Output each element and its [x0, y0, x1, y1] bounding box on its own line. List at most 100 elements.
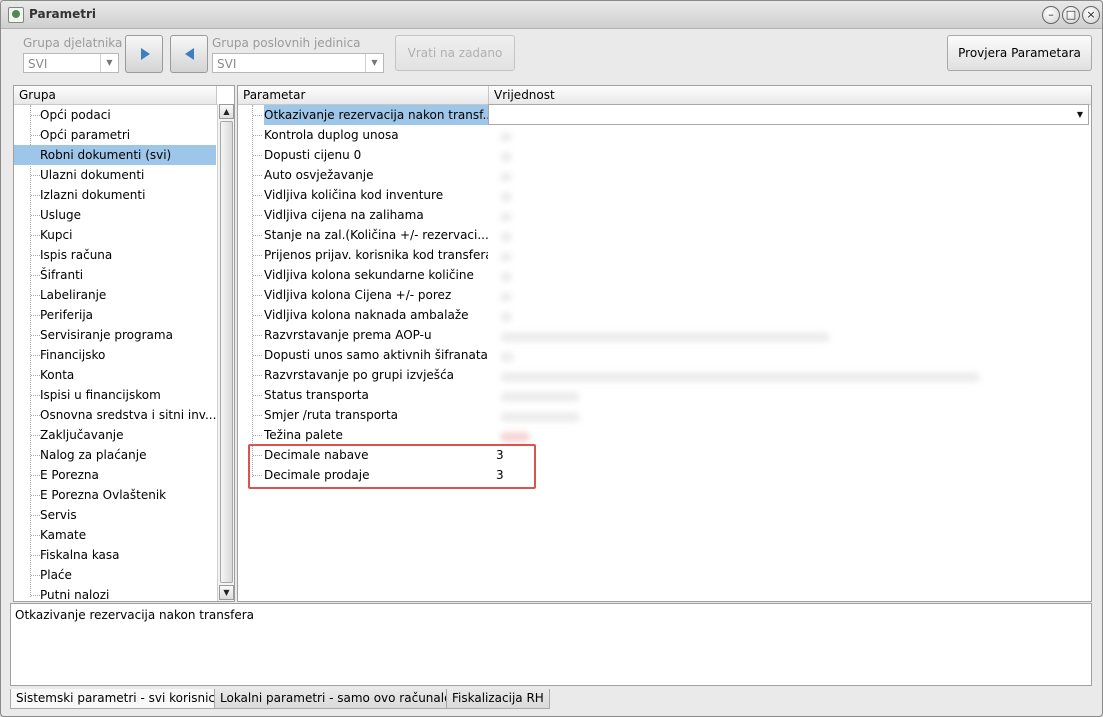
- group-item[interactable]: Izlazni dokumenti: [40, 185, 216, 205]
- description-panel: Otkazivanje rezervacija nakon transfera: [10, 603, 1092, 686]
- minimize-icon: –: [1048, 8, 1054, 21]
- group-tree: Grupa Opći podaci Opći parametri Robni dok…: [13, 85, 235, 602]
- group-item[interactable]: Ispisi u financijskom: [40, 385, 216, 405]
- tab-fiskalizacija[interactable]: Fiskalizacija RH: [446, 689, 550, 709]
- group-header[interactable]: Grupa: [14, 86, 217, 105]
- tree-guide-dash: [31, 435, 40, 436]
- app-icon: [8, 7, 24, 23]
- grupa-poslovnih-combo[interactable]: SVI ▼: [212, 53, 384, 73]
- parameter-name[interactable]: Stanje na zal.(Količina +/- rezervaci...: [264, 225, 488, 245]
- group-item[interactable]: Servisiranje programa: [40, 325, 216, 345]
- parameter-name[interactable]: Vidljiva količina kod inventure: [264, 185, 488, 205]
- close-button[interactable]: ×: [1082, 6, 1100, 24]
- parameter-name[interactable]: Auto osvježavanje: [264, 165, 488, 185]
- group-item[interactable]: Konta: [40, 365, 216, 385]
- redacted-value: [500, 172, 512, 182]
- move-left-button[interactable]: [170, 35, 208, 73]
- group-item[interactable]: Servis: [40, 505, 216, 525]
- parameter-column-header[interactable]: Parametar: [238, 86, 489, 105]
- parameter-name[interactable]: Vidljiva kolona Cijena +/- porez: [264, 285, 488, 305]
- tree-guide-dash: [31, 255, 40, 256]
- grupa-djelatnika-combo[interactable]: SVI ▼: [23, 53, 119, 73]
- minimize-button[interactable]: –: [1042, 6, 1060, 24]
- group-item[interactable]: Usluge: [40, 205, 216, 225]
- redacted-value: [500, 272, 512, 282]
- parameter-name[interactable]: Smjer /ruta transporta: [264, 405, 488, 425]
- close-icon: ×: [1086, 8, 1096, 21]
- parameter-name[interactable]: Dopusti cijenu 0: [264, 145, 488, 165]
- tree-guide-dash: [31, 475, 40, 476]
- tab-lokalni-parametri[interactable]: Lokalni parametri - samo ovo računalo: [214, 689, 458, 709]
- parameter-name[interactable]: Vidljiva cijena na zalihama: [264, 205, 488, 225]
- group-item[interactable]: E Porezna Ovlaštenik: [40, 485, 216, 505]
- group-item[interactable]: Robni dokumenti (svi): [14, 145, 216, 165]
- tree-guide-dash: [31, 295, 40, 296]
- tree-guide-dash: [253, 295, 262, 296]
- grupa-poslovnih-label: Grupa poslovnih jedinica: [212, 36, 361, 50]
- group-item[interactable]: Kupci: [40, 225, 216, 245]
- group-item[interactable]: Opći parametri: [40, 125, 216, 145]
- group-item[interactable]: Periferija: [40, 305, 216, 325]
- group-item[interactable]: Plaće: [40, 565, 216, 585]
- group-item[interactable]: Labeliranje: [40, 285, 216, 305]
- scroll-up-button[interactable]: ▲: [219, 104, 234, 119]
- scroll-thumb[interactable]: [220, 121, 233, 583]
- group-item[interactable]: Ulazni dokumenti: [40, 165, 216, 185]
- maximize-icon: □: [1065, 8, 1077, 21]
- chevron-down-icon: ▼: [223, 588, 230, 597]
- description-text: Otkazivanje rezervacija nakon transfera: [15, 608, 255, 622]
- group-item[interactable]: Šifranti: [40, 265, 216, 285]
- tree-guide-dash: [31, 235, 40, 236]
- redacted-value: [500, 152, 512, 162]
- parameter-name[interactable]: Status transporta: [264, 385, 488, 405]
- chevron-down-icon: ▼: [1076, 110, 1084, 119]
- reset-defaults-button[interactable]: Vrati na zadano: [395, 35, 515, 71]
- group-item[interactable]: Putni nalozi: [40, 585, 216, 605]
- tree-guide-dash: [253, 215, 262, 216]
- tree-guide-dash: [31, 215, 40, 216]
- value-dropdown[interactable]: ▼: [488, 104, 1089, 125]
- parameter-name[interactable]: Vidljiva kolona naknada ambalaže: [264, 305, 488, 325]
- tree-guide-dash: [253, 195, 262, 196]
- group-item[interactable]: Kamate: [40, 525, 216, 545]
- parameter-name[interactable]: Razvrstavanje po grupi izvješća: [264, 365, 488, 385]
- tree-guide-dash: [253, 415, 262, 416]
- group-scrollbar[interactable]: ▲ ▼: [217, 104, 234, 601]
- title-bar[interactable]: Parametri – □ ×: [1, 1, 1102, 29]
- redacted-value: [500, 432, 530, 442]
- group-item[interactable]: Nalog za plaćanje: [40, 445, 216, 465]
- chevron-down-icon: ▼: [365, 54, 383, 72]
- check-parameters-button[interactable]: Provjera Parametara: [947, 35, 1092, 71]
- scroll-down-button[interactable]: ▼: [219, 585, 234, 600]
- group-item[interactable]: Financijsko: [40, 345, 216, 365]
- tree-guide-dash: [253, 375, 262, 376]
- arrow-left-icon: [185, 48, 194, 60]
- tree-guide-dash: [253, 275, 262, 276]
- maximize-button[interactable]: □: [1062, 6, 1080, 24]
- group-item[interactable]: Fiskalna kasa: [40, 545, 216, 565]
- group-item[interactable]: Osnovna sredstva i sitni inv...: [40, 405, 216, 425]
- tree-guide-dash: [31, 135, 40, 136]
- value-column-header[interactable]: Vrijednost: [489, 86, 1091, 105]
- group-item[interactable]: Opći podaci: [40, 105, 216, 125]
- parameter-name[interactable]: Dopusti unos samo aktivnih šifranata: [264, 345, 488, 365]
- redacted-value: [500, 192, 512, 202]
- tree-guide-dash: [31, 115, 40, 116]
- redacted-value: [500, 212, 512, 222]
- tree-guide-dash: [31, 515, 40, 516]
- highlight-box: [248, 444, 536, 489]
- parameter-name[interactable]: Težina palete: [264, 425, 488, 445]
- parameter-name[interactable]: Razvrstavanje prema AOP-u: [264, 325, 488, 345]
- move-right-button[interactable]: [125, 35, 163, 73]
- redacted-value: [500, 352, 514, 362]
- group-item[interactable]: E Porezna: [40, 465, 216, 485]
- parameter-name[interactable]: Vidljiva kolona sekundarne količine: [264, 265, 488, 285]
- group-item[interactable]: Ispis računa: [40, 245, 216, 265]
- tab-sistemski-parametri[interactable]: Sistemski parametri - svi korisnici: [10, 689, 225, 709]
- group-item[interactable]: Zaključavanje: [40, 425, 216, 445]
- redacted-value: [500, 132, 512, 142]
- parameter-name[interactable]: Otkazivanje rezervacija nakon transf...: [264, 105, 488, 125]
- parameter-name[interactable]: Kontrola duplog unosa: [264, 125, 488, 145]
- tree-guide-dash: [31, 375, 40, 376]
- parameter-name[interactable]: Prijenos prijav. korisnika kod transfera: [264, 245, 488, 265]
